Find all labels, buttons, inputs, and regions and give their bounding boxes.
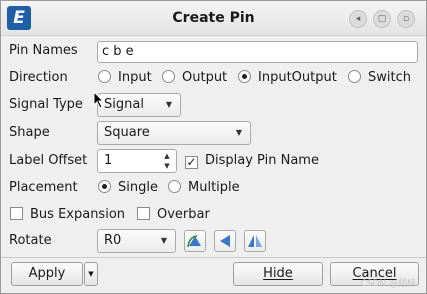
pin-names-input[interactable]: c b e	[97, 41, 418, 63]
flip-horizontal-button[interactable]	[244, 230, 266, 252]
label-offset-value: 1	[104, 153, 113, 168]
rotate-select[interactable]: R0 ▼	[97, 229, 176, 253]
direction-inputoutput-radio[interactable]: InputOutput	[238, 69, 337, 87]
flip-horizontal-icon	[248, 235, 262, 247]
display-pin-name-checkbox[interactable]: ✓ Display Pin Name	[185, 152, 319, 170]
chevron-down-icon: ▼	[88, 270, 94, 278]
title-bar: E Create Pin ◂ ▢ ▫	[1, 1, 426, 36]
create-pin-dialog: E Create Pin ◂ ▢ ▫ Pin Names c b e Direc…	[0, 0, 427, 294]
mouse-pointer-icon	[93, 91, 105, 109]
radio-selected-icon	[98, 180, 111, 193]
shade-window-icon[interactable]: ◂	[349, 10, 367, 28]
rotate-button[interactable]	[184, 230, 206, 252]
placement-label: Placement	[9, 180, 78, 195]
direction-label: Direction	[9, 70, 68, 85]
flip-vertical-icon	[220, 235, 230, 247]
flip-vertical-button[interactable]	[214, 230, 236, 252]
shape-select[interactable]: Square ▼	[97, 121, 251, 145]
overbar-checkbox[interactable]: Overbar	[137, 206, 210, 224]
label-offset-label: Label Offset	[9, 153, 88, 168]
rotate-label: Rotate	[9, 233, 52, 248]
radio-indicator-icon	[348, 70, 361, 83]
direction-output-radio[interactable]: Output	[162, 69, 227, 87]
radio-indicator-icon	[98, 70, 111, 83]
checkbox-unchecked-icon	[10, 207, 23, 220]
chevron-down-icon: ▼	[160, 236, 167, 245]
label-offset-stepper[interactable]: 1 ▲ ▼	[97, 149, 177, 173]
signal-type-select[interactable]: Signal ▼	[97, 93, 181, 117]
rotate-value: R0	[104, 233, 122, 248]
stepper-up-icon[interactable]: ▲	[160, 151, 174, 161]
direction-input-radio[interactable]: Input	[98, 69, 152, 87]
chevron-down-icon: ▼	[235, 128, 242, 137]
checkmark-icon: ✓	[185, 155, 198, 169]
placement-multiple-radio[interactable]: Multiple	[168, 179, 240, 197]
minimize-window-icon[interactable]: ▫	[397, 10, 415, 28]
direction-switch-radio[interactable]: Switch	[348, 69, 411, 87]
rotate-icon	[187, 235, 201, 248]
footer-divider	[1, 257, 426, 258]
stepper-down-icon[interactable]: ▼	[160, 161, 174, 171]
maximize-window-icon[interactable]: ▢	[373, 10, 391, 28]
pin-names-label: Pin Names	[9, 43, 78, 58]
checkbox-unchecked-icon	[137, 207, 150, 220]
radio-indicator-icon	[162, 70, 175, 83]
shape-value: Square	[104, 125, 150, 140]
pin-names-value: c b e	[102, 44, 134, 59]
placement-single-radio[interactable]: Single	[98, 179, 158, 197]
radio-selected-icon	[238, 70, 251, 83]
signal-type-value: Signal	[104, 97, 144, 112]
apply-menu-button[interactable]: ▼	[84, 262, 98, 286]
radio-indicator-icon	[168, 180, 181, 193]
bus-expansion-checkbox[interactable]: Bus Expansion	[10, 206, 125, 224]
chevron-down-icon: ▼	[165, 100, 172, 109]
watermark: CSDN @翔梓	[360, 279, 416, 289]
apply-button[interactable]: Apply	[11, 262, 83, 286]
hide-button[interactable]: Hide	[233, 262, 323, 286]
signal-type-label: Signal Type	[9, 97, 83, 112]
shape-label: Shape	[9, 125, 50, 140]
